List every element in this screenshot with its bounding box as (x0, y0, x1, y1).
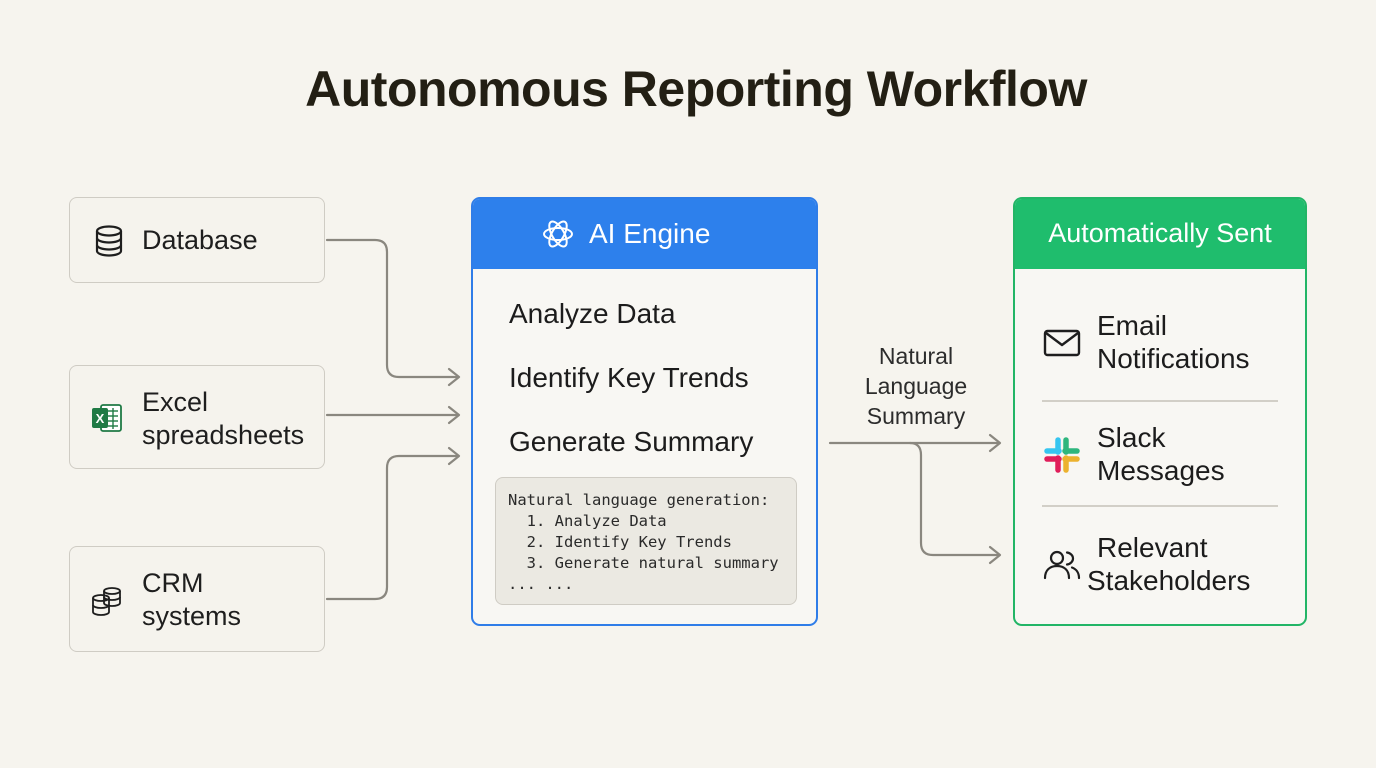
excel-icon: X (92, 404, 122, 432)
code-line: 2. Identify Key Trends (508, 533, 732, 551)
arrow-crm-to-engine (325, 454, 460, 601)
destination-label: Relevant Stakeholders (1087, 532, 1251, 596)
code-line: Natural language generation: (508, 491, 770, 509)
svg-text:X: X (96, 411, 105, 426)
destination-label: Slack Messages (1097, 422, 1225, 486)
destination-slack: Slack Messages (1015, 421, 1305, 491)
engine-step: Identify Key Trends (509, 362, 749, 393)
users-icon (1043, 550, 1081, 580)
slack-icon (1044, 437, 1080, 473)
destination-email: Email Notifications (1015, 309, 1305, 379)
code-line: 3. Generate natural summary (508, 554, 779, 572)
source-label: Database (142, 225, 258, 255)
engine-step: Analyze Data (509, 298, 676, 329)
divider (1042, 505, 1278, 507)
source-crm: CRM systems (69, 546, 325, 652)
code-line: 1. Analyze Data (508, 512, 667, 530)
database-icon (95, 225, 123, 257)
ai-engine-icon (543, 220, 573, 248)
ai-engine-title: AI Engine (589, 218, 711, 249)
destination-label: Email Notifications (1097, 310, 1250, 374)
code-line: ... ... (508, 575, 574, 593)
natural-language-summary-label: Natural Language Summary (864, 343, 968, 429)
engine-step: Generate Summary (509, 426, 754, 457)
divider (1042, 400, 1278, 402)
arrow-engine-to-stakeholders (908, 441, 1001, 557)
source-label: CRM systems (142, 568, 242, 631)
arrow-database-to-engine (325, 238, 460, 379)
source-label: Excel spreadsheets (142, 387, 305, 450)
automatically-sent-title: Automatically Sent (1048, 218, 1272, 248)
nlg-code-block: Natural language generation: 1. Analyze … (495, 477, 797, 605)
crm-icon (92, 587, 121, 616)
workflow-diagram: Autonomous Reporting Workflow Database X… (0, 0, 1376, 768)
ai-engine-header: AI Engine (473, 199, 816, 269)
mail-icon (1043, 329, 1081, 357)
destination-stakeholders: Relevant Stakeholders (1015, 531, 1305, 601)
automatically-sent-panel: Automatically Sent Email Notifications S… (1013, 197, 1307, 626)
automatically-sent-header: Automatically Sent (1015, 199, 1305, 269)
source-excel: X Excel spreadsheets (69, 365, 325, 469)
source-database: Database (69, 197, 325, 283)
ai-engine-panel: AI Engine Analyze Data Identify Key Tren… (471, 197, 818, 626)
